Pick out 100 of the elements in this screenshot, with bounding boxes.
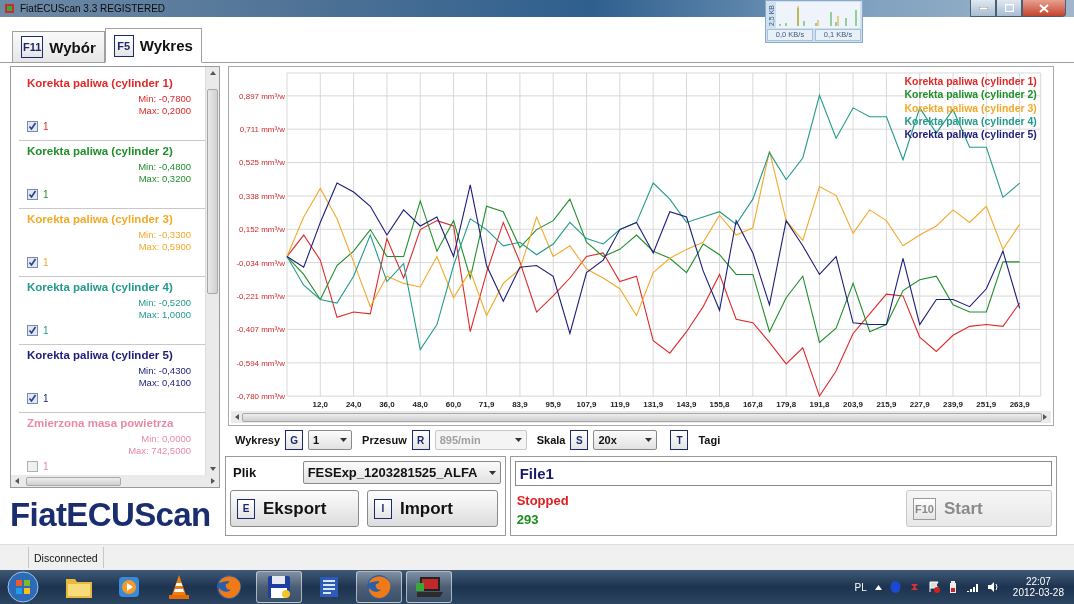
scrollbar-thumb[interactable] [242,412,1042,422]
tab[interactable]: F11 Wybór [12,31,105,62]
checkbox[interactable] [27,393,38,404]
check-icon [28,394,37,403]
x-axis-label: 155,8 [709,400,730,410]
count-label: 1 [43,325,49,336]
globe-icon [366,574,392,600]
power-icon[interactable] [947,580,958,594]
x-axis-label: 119,9 [610,400,630,410]
flag-icon[interactable] [927,581,940,593]
max-value: Max: 742,5000 [128,445,191,457]
horizontal-scrollbar[interactable] [231,411,1051,423]
traffic-cone-icon [167,574,191,600]
arrow-right-icon[interactable] [1042,414,1048,421]
tab[interactable]: F5 Wykres [104,28,202,63]
name-field[interactable]: File1 [514,461,1052,486]
min-value: Min: -0,4800 [138,161,191,173]
key-badge[interactable]: T [670,430,689,450]
control-label: Skala [536,434,566,446]
dropdown[interactable]: 20x [593,430,658,450]
y-axis-label: -0,780 mm³/w [236,392,285,402]
count-label: 1 [43,257,49,268]
max-value: Max: 0,3200 [138,173,191,185]
clock-date[interactable]: 2012-03-28 [1012,587,1064,598]
x-axis-label: 131,9 [643,400,664,410]
close-button[interactable] [1022,0,1066,17]
x-axis-label: 143,9 [676,400,697,410]
checkbox[interactable] [27,461,38,472]
x-axis-label: 95,9 [545,400,561,410]
taskbar-app[interactable] [256,571,302,603]
checkbox[interactable] [27,325,38,336]
minimize-button[interactable] [970,0,996,17]
x-axis-label: 203,9 [843,400,863,410]
key-badge: S [570,430,589,450]
action-button[interactable]: I Import [367,490,498,527]
globe-icon [216,574,242,600]
key-badge: F11 [21,36,44,58]
clock-time[interactable]: 22:07 [1025,576,1051,587]
min-value: Min: -0,3300 [138,229,191,241]
min-value: Min: -0,7800 [138,93,191,105]
y-axis-label: -0,221 mm³/w [236,292,285,302]
arrow-left-icon[interactable] [234,414,240,421]
taskbar-app[interactable] [406,571,452,603]
scrollbar-thumb[interactable] [207,88,218,294]
control-label: Wykresy [235,434,281,446]
count-label: 1 [43,121,49,132]
key-badge: G [285,430,304,450]
y-axis-label: -0,034 mm³/w [236,258,285,268]
status-text: Stopped [516,493,569,508]
arrow-right-icon[interactable] [210,478,216,484]
action-button[interactable]: E Eksport [230,490,359,527]
parameter-name: Korekta paliwa (cylinder 2) [27,145,174,157]
check-icon [28,122,37,131]
dropdown[interactable]: 1 [308,430,353,450]
arrow-down-icon[interactable] [209,466,216,472]
horizontal-scrollbar[interactable] [11,475,219,487]
caret-icon [645,438,653,442]
legend-label: Korekta paliwa (cylinder 3) [904,102,1037,114]
check-icon [28,258,37,267]
x-axis-label: 12,0 [312,400,329,410]
min-value: Min: -0,4300 [138,365,191,377]
y-axis-label: 0,338 mm³/w [239,191,285,201]
check-icon [28,190,37,199]
x-axis-label: 179,8 [776,400,797,410]
arrow-up-icon[interactable] [209,70,216,76]
x-axis-label: 83,9 [512,400,528,410]
x-axis-label: 215,9 [876,400,897,410]
language-indicator[interactable]: PL [854,581,867,593]
max-value: Max: 1,0000 [138,309,191,321]
speaker-icon[interactable] [986,581,999,593]
x-axis-label: 36,0 [379,400,395,410]
vertical-scrollbar[interactable] [205,67,219,475]
y-axis-label: -0,594 mm³/w [236,358,285,368]
y-axis-label: 0,525 mm³/w [239,158,285,168]
check-icon [28,326,37,335]
signal-icon[interactable] [965,582,979,592]
start-button[interactable] [6,571,40,603]
checkbox[interactable] [27,257,38,268]
arrow-left-icon[interactable] [14,478,20,484]
x-axis-label: 227,9 [909,400,930,410]
file-dropdown[interactable]: FESExp_1203281525_ALFA [302,461,501,484]
key-badge: I [374,498,392,519]
x-axis-label: 71,9 [478,400,495,410]
legend-label: Korekta paliwa (cylinder 2) [904,89,1037,101]
maximize-icon [1004,4,1014,12]
y-axis-label: 0,897 mm³/w [239,91,285,101]
checkbox[interactable] [27,121,38,132]
window-title: FiatECUScan 3.3 REGISTERED [20,3,166,14]
logo: FiatECUScan [10,496,212,534]
caret-icon[interactable] [874,584,882,590]
scrollbar-thumb[interactable] [26,476,121,486]
min-value: Min: -0,5200 [138,297,191,309]
y-axis-label: -0,407 mm³/w [236,325,285,335]
checkbox[interactable] [27,189,38,200]
x-axis-label: 239,9 [943,400,963,410]
max-value: Max: 0,5900 [138,241,191,253]
key-badge: R [411,430,430,450]
maximize-button[interactable] [996,0,1022,17]
file-label: Plik [233,465,257,480]
laptop-icon [415,575,443,599]
